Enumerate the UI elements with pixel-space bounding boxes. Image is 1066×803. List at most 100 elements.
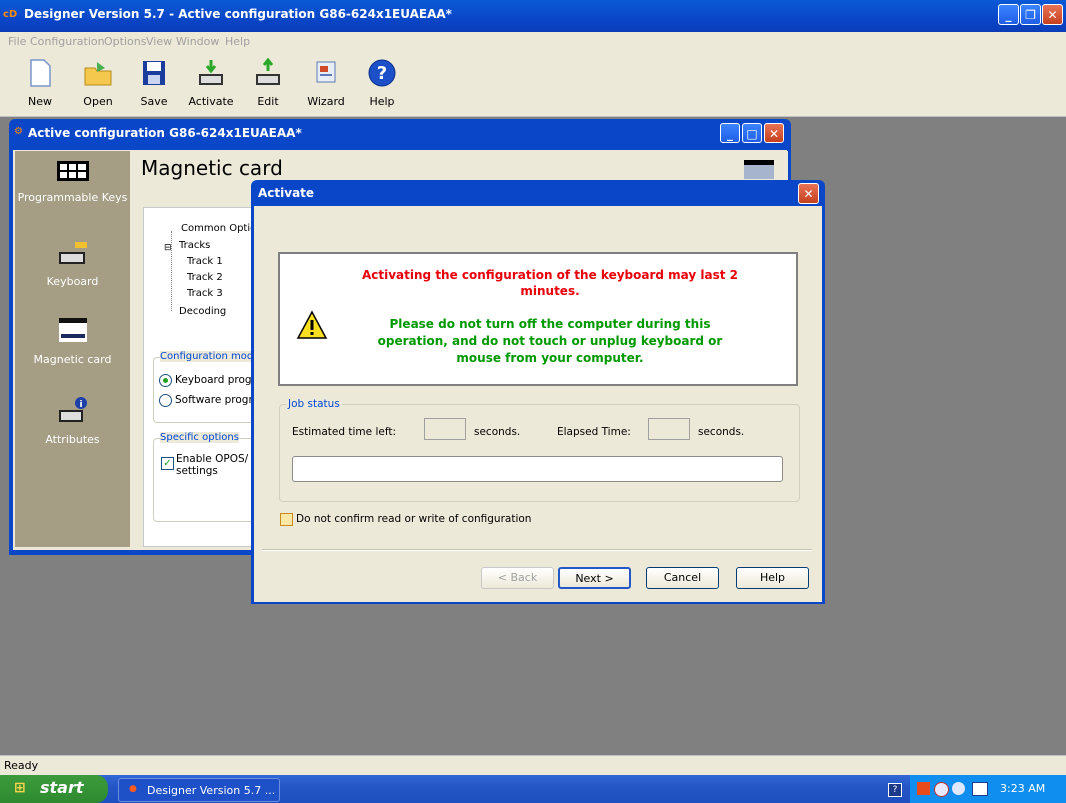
sidebar-item-attributes[interactable]: i Attributes <box>15 396 130 446</box>
radio-keyboard-programming[interactable] <box>159 374 172 387</box>
warning-text-line1: Activating the configuration of the keyb… <box>361 268 738 282</box>
save-button[interactable]: Save <box>131 56 177 114</box>
new-button[interactable]: New <box>17 56 63 114</box>
programmable-keys-icon <box>56 161 89 181</box>
new-document-icon <box>30 59 51 87</box>
dialog-close-button[interactable]: ✕ <box>798 183 819 204</box>
help-toolbar-button[interactable]: ? Help <box>359 56 405 114</box>
app-icon: cD <box>3 9 18 20</box>
tree-item-tracks[interactable]: Tracks <box>179 240 210 251</box>
warning-text-line2: minutes. <box>520 284 580 298</box>
info-text-line2: operation, and do not touch or unplug ke… <box>377 334 723 348</box>
progress-bar <box>292 456 783 482</box>
dialog-separator <box>262 549 812 551</box>
edit-button[interactable]: Edit <box>245 56 291 114</box>
tree-item-common-options[interactable]: Common Optic <box>181 223 256 234</box>
taskbar-app-icon: ● <box>129 784 137 794</box>
sidebar-item-magnetic-card[interactable]: Magnetic card <box>15 316 130 366</box>
opos-checkbox[interactable]: ✓ <box>161 457 174 470</box>
shield-tray-icon[interactable] <box>934 782 949 797</box>
radio-label-software: Software progra <box>175 394 260 406</box>
minimize-button[interactable]: _ <box>998 4 1019 25</box>
start-label: start <box>40 778 84 797</box>
confirm-checkbox[interactable] <box>280 513 293 526</box>
job-status-group <box>279 404 800 502</box>
status-bar <box>0 755 1066 776</box>
security-tray-icon[interactable] <box>917 782 930 795</box>
close-button[interactable]: ✕ <box>1042 4 1063 25</box>
help-tray-icon[interactable]: ? <box>888 783 902 797</box>
tree-item-track-2[interactable]: Track 2 <box>187 272 223 283</box>
clock: 3:23 AM <box>1000 782 1046 795</box>
start-button[interactable]: ⊞ start <box>0 775 108 803</box>
sidebar-label-magnetic-card: Magnetic card <box>33 353 112 366</box>
config-mode-group <box>153 357 254 423</box>
sidebar-item-programmable-keys[interactable]: Programmable Keys <box>15 160 130 204</box>
config-window-icon: ⚙ <box>14 126 23 137</box>
status-text: Ready <box>4 759 39 772</box>
help-label: Help <box>369 95 395 108</box>
wizard-icon <box>316 61 336 83</box>
estimated-time-label: Estimated time left: <box>292 426 396 438</box>
save-label: Save <box>140 95 168 108</box>
taskbar-app-label: Designer Version 5.7 ... <box>147 784 276 797</box>
config-mode-label: Configuration mod <box>160 351 254 362</box>
magnetic-card-icon <box>58 318 87 342</box>
activate-dialog-title: Activate <box>258 186 315 200</box>
sidebar-label-programmable-keys: Programmable Keys <box>17 191 128 204</box>
svg-text:i: i <box>79 400 82 410</box>
edit-label: Edit <box>257 95 279 108</box>
windows-logo-icon: ⊞ <box>14 780 26 796</box>
config-window-title: Active configuration G86-624x1EUAEAA* <box>28 126 302 140</box>
help-icon: ? <box>368 59 396 87</box>
warning-icon <box>296 310 328 339</box>
sidebar-item-keyboard[interactable]: Keyboard <box>15 238 130 288</box>
keyboard-icon <box>58 242 87 264</box>
opos-checkbox-label-2: settings <box>176 465 218 477</box>
open-folder-icon <box>84 62 112 86</box>
new-label: New <box>28 95 52 108</box>
menu-options[interactable]: Options <box>104 35 146 48</box>
card-decoration <box>744 165 774 179</box>
specific-options-label: Specific options <box>160 432 239 443</box>
radio-software-programming[interactable] <box>159 394 172 407</box>
config-maximize-button[interactable]: □ <box>742 123 762 143</box>
info-text-line3: mouse from your computer. <box>456 351 644 365</box>
taskbar-app-button[interactable]: ● Designer Version 5.7 ... <box>118 778 280 802</box>
menu-help[interactable]: Help <box>225 35 250 48</box>
display-tray-icon[interactable] <box>972 782 988 796</box>
config-minimize-button[interactable]: _ <box>720 123 740 143</box>
tree-item-track-3[interactable]: Track 3 <box>187 288 223 299</box>
wizard-label: Wizard <box>307 95 345 108</box>
save-disk-icon <box>143 61 165 85</box>
menu-window[interactable]: Window <box>176 35 219 48</box>
confirm-checkbox-label: Do not confirm read or write of configur… <box>296 513 532 525</box>
seconds-label-2: seconds. <box>698 426 745 438</box>
tree-item-decoding[interactable]: Decoding <box>179 306 226 317</box>
network-tray-icon[interactable] <box>952 782 965 795</box>
open-label: Open <box>83 95 113 108</box>
app-title: Designer Version 5.7 - Active configurat… <box>24 7 452 21</box>
tree-item-track-1[interactable]: Track 1 <box>187 256 223 267</box>
next-button[interactable]: Next > <box>558 567 631 589</box>
attributes-icon: i <box>58 397 87 422</box>
activate-keyboard-icon <box>199 60 223 85</box>
menu-configuration[interactable]: Configuration <box>30 35 105 48</box>
open-button[interactable]: Open <box>75 56 121 114</box>
help-button[interactable]: Help <box>736 567 809 589</box>
config-close-button[interactable]: ✕ <box>764 123 784 143</box>
restore-button[interactable]: ❐ <box>1020 4 1041 25</box>
menu-file[interactable]: File <box>8 35 26 48</box>
radio-label-keyboard: Keyboard progr <box>175 374 256 386</box>
back-button[interactable]: < Back <box>481 567 554 589</box>
menu-view[interactable]: View <box>146 35 172 48</box>
tree-line <box>171 231 173 311</box>
elapsed-time-label: Elapsed Time: <box>557 426 631 438</box>
job-status-label: Job status <box>286 398 342 410</box>
activate-button[interactable]: Activate <box>188 56 234 114</box>
cancel-button[interactable]: Cancel <box>646 567 719 589</box>
sidebar-label-attributes: Attributes <box>45 433 100 446</box>
wizard-button[interactable]: Wizard <box>303 56 349 114</box>
activate-label: Activate <box>188 95 234 108</box>
section-title: Magnetic card <box>141 156 283 180</box>
